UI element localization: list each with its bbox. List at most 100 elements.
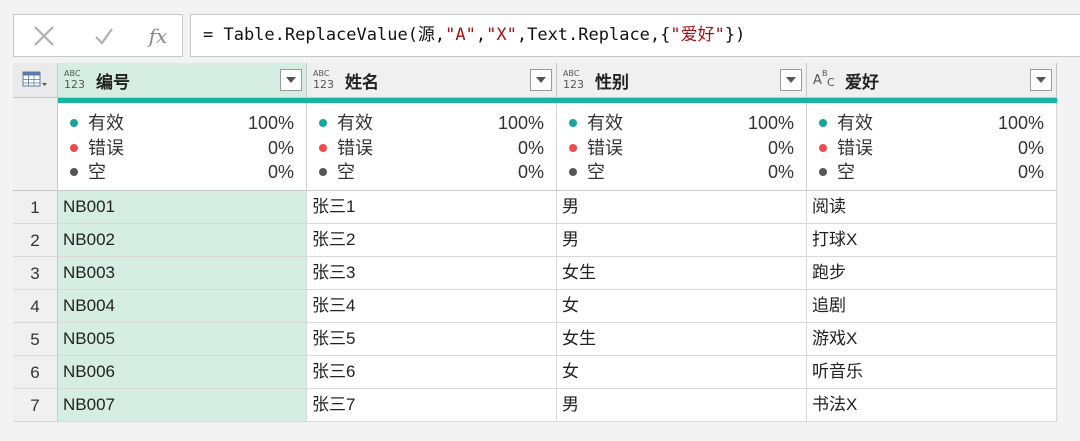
column-name: 爱好	[845, 72, 879, 92]
close-x-icon	[34, 25, 54, 46]
chevron-down-icon	[1036, 77, 1046, 83]
empty-stat: 空 0%	[807, 160, 1056, 185]
error-dot-icon	[319, 143, 327, 152]
column-name: 编号	[96, 72, 130, 92]
table-cell[interactable]: 张三3	[307, 257, 557, 290]
valid-dot-icon	[819, 119, 827, 127]
row-number[interactable]: 4	[13, 290, 58, 323]
chevron-down-icon	[786, 77, 796, 83]
formula-prefix: = Table.ReplaceValue(源,	[203, 25, 446, 45]
table-cell[interactable]: 男	[557, 224, 807, 257]
valid-stat: 有效 100%	[807, 111, 1056, 136]
abc-123-icon[interactable]: ABC 123	[563, 69, 587, 91]
row-number[interactable]: 5	[13, 323, 58, 356]
column-filter-dropdown[interactable]	[280, 69, 302, 91]
fx-icon: fx	[148, 23, 168, 48]
column-name: 姓名	[345, 72, 379, 92]
column-quality-profile: 有效 100% 错误 0% 空 0%	[557, 103, 807, 191]
table-cell[interactable]: NB006	[58, 356, 307, 389]
table-cell[interactable]: 男	[557, 389, 807, 422]
column-header-hobby[interactable]: A B C 爱好	[807, 63, 1057, 98]
table-cell[interactable]: 张三2	[307, 224, 557, 257]
formula-middle: ,Text.Replace,{	[516, 25, 671, 45]
formula-arg-old: "A"	[445, 25, 476, 45]
error-stat: 错误 0%	[58, 136, 306, 161]
table-cell[interactable]: 打球X	[807, 224, 1057, 257]
formula-suffix: })	[724, 25, 746, 45]
profile-row-header	[13, 98, 58, 191]
column-header-name[interactable]: ABC 123 姓名	[307, 63, 557, 98]
column-quality-profile: 有效 100% 错误 0% 空 0%	[58, 103, 307, 191]
table-cell[interactable]: 张三5	[307, 323, 557, 356]
column-filter-dropdown[interactable]	[530, 69, 552, 91]
error-stat: 错误 0%	[557, 136, 806, 161]
formula-bar: fx = Table.ReplaceValue(源,"A","X",Text.R…	[0, 0, 1080, 62]
table-cell[interactable]: 女	[557, 290, 807, 323]
table-cell[interactable]: NB005	[58, 323, 307, 356]
abc-text-icon[interactable]: A B C	[813, 69, 837, 91]
column-header-id[interactable]: ABC 123 编号	[58, 63, 307, 98]
abc-123-icon[interactable]: ABC 123	[64, 69, 88, 91]
column-quality-profile: 有效 100% 错误 0% 空 0%	[307, 103, 557, 191]
empty-dot-icon	[569, 168, 577, 176]
table-menu-icon	[22, 71, 47, 87]
valid-stat: 有效 100%	[58, 111, 306, 136]
table-cell[interactable]: 书法X	[807, 389, 1057, 422]
table-cell[interactable]: NB003	[58, 257, 307, 290]
table-cell[interactable]: 女生	[557, 323, 807, 356]
column-filter-dropdown[interactable]	[780, 69, 802, 91]
row-number[interactable]: 1	[13, 191, 58, 224]
table-cell[interactable]: 张三1	[307, 191, 557, 224]
table-cell[interactable]: NB001	[58, 191, 307, 224]
formula-input[interactable]: = Table.ReplaceValue(源,"A","X",Text.Repl…	[190, 14, 1080, 57]
empty-dot-icon	[70, 168, 78, 176]
table-cell[interactable]: 追剧	[807, 290, 1057, 323]
table-cell[interactable]: NB002	[58, 224, 307, 257]
row-number[interactable]: 6	[13, 356, 58, 389]
chevron-down-icon	[286, 77, 296, 83]
error-dot-icon	[569, 143, 577, 152]
column-header-gender[interactable]: ABC 123 性别	[557, 63, 807, 98]
row-number[interactable]: 3	[13, 257, 58, 290]
table-cell[interactable]: 张三7	[307, 389, 557, 422]
table-cell[interactable]: 张三6	[307, 356, 557, 389]
table-cell[interactable]: 跑步	[807, 257, 1057, 290]
table-cell[interactable]: 听音乐	[807, 356, 1057, 389]
empty-stat: 空 0%	[557, 160, 806, 185]
formula-arg-column: "爱好"	[670, 25, 725, 45]
empty-dot-icon	[819, 168, 827, 176]
table-cell[interactable]: 女	[557, 356, 807, 389]
column-quality-profile: 有效 100% 错误 0% 空 0%	[807, 103, 1057, 191]
confirm-button[interactable]	[74, 15, 134, 56]
error-stat: 错误 0%	[807, 136, 1056, 161]
formula-arg-new: "X"	[486, 25, 517, 45]
row-number[interactable]: 2	[13, 224, 58, 257]
error-dot-icon	[819, 143, 827, 152]
table-cell[interactable]: 女生	[557, 257, 807, 290]
row-number[interactable]: 7	[13, 389, 58, 422]
table-cell[interactable]: 游戏X	[807, 323, 1057, 356]
valid-stat: 有效 100%	[307, 111, 556, 136]
valid-dot-icon	[569, 119, 577, 127]
table-cell[interactable]: 张三4	[307, 290, 557, 323]
table-cell[interactable]: NB004	[58, 290, 307, 323]
table-menu-button[interactable]	[13, 63, 58, 98]
table-cell[interactable]: 阅读	[807, 191, 1057, 224]
empty-stat: 空 0%	[307, 160, 556, 185]
data-grid: ABC 123 编号 ABC 123 姓名 ABC 123 性别 A B C 爱…	[13, 63, 1057, 422]
valid-dot-icon	[70, 119, 78, 127]
cancel-button[interactable]	[14, 15, 74, 56]
fx-button[interactable]: fx	[134, 15, 182, 56]
check-icon	[95, 27, 113, 45]
table-cell[interactable]: NB007	[58, 389, 307, 422]
error-dot-icon	[70, 143, 78, 152]
formula-buttons: fx	[13, 14, 183, 57]
table-cell[interactable]: 男	[557, 191, 807, 224]
chevron-down-icon	[536, 77, 546, 83]
valid-stat: 有效 100%	[557, 111, 806, 136]
error-stat: 错误 0%	[307, 136, 556, 161]
column-filter-dropdown[interactable]	[1030, 69, 1052, 91]
abc-123-icon[interactable]: ABC 123	[313, 69, 337, 91]
empty-stat: 空 0%	[58, 160, 306, 185]
formula-sep: ,	[475, 25, 487, 45]
